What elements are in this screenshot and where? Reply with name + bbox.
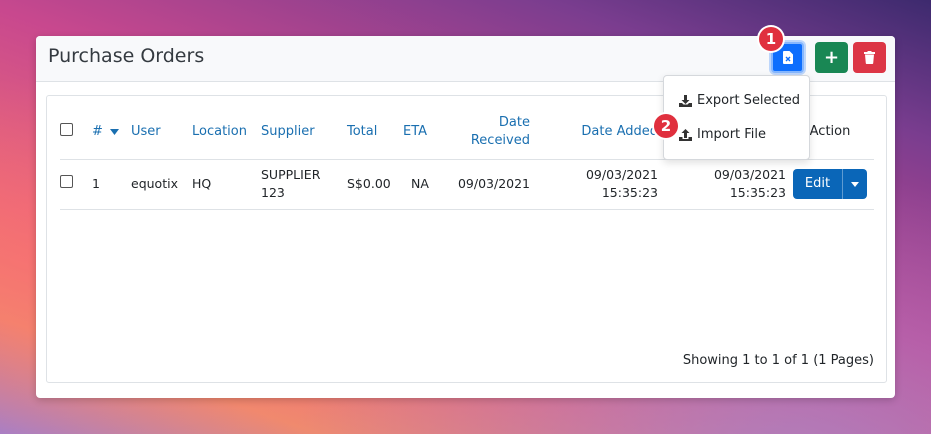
table-row: 1 equotix HQ SUPPLIER 123 S$0.00 NA 09/0… <box>60 159 874 210</box>
column-user[interactable]: User <box>131 106 192 160</box>
pagination-summary: Showing 1 to 1 of 1 (1 Pages) <box>682 353 874 368</box>
caret-down-icon <box>851 181 860 187</box>
menu-item-import-file[interactable]: Import File <box>679 127 766 142</box>
cell-user: equotix <box>131 159 192 210</box>
edit-dropdown-toggle[interactable] <box>843 169 867 199</box>
plus-icon: + <box>823 47 840 68</box>
sort-desc-icon <box>110 129 120 136</box>
cell-total: S$0.00 <box>347 159 403 210</box>
column-date-received[interactable]: Date Received <box>453 106 530 160</box>
column-eta[interactable]: ETA <box>403 106 453 160</box>
step-marker-1: 1 <box>759 27 783 51</box>
delete-button[interactable] <box>853 42 886 73</box>
file-excel-icon <box>782 51 793 64</box>
column-location[interactable]: Location <box>192 106 261 160</box>
cell-date-updated: 09/03/2021 15:35:23 <box>658 159 786 210</box>
cell-location: HQ <box>192 159 261 210</box>
upload-icon <box>679 128 692 141</box>
add-button[interactable]: + <box>815 42 848 73</box>
menu-item-export-selected[interactable]: Export Selected <box>679 93 800 108</box>
cell-eta: NA <box>403 159 453 210</box>
cell-date-received: 09/03/2021 <box>453 159 530 210</box>
trash-icon <box>864 51 875 64</box>
download-icon <box>679 94 692 107</box>
select-all-checkbox[interactable] <box>60 122 73 136</box>
column-total[interactable]: Total <box>347 106 403 160</box>
column-date-added[interactable]: Date Added <box>530 106 658 160</box>
cell-date-added: 09/03/2021 15:35:23 <box>530 159 658 210</box>
column-number[interactable]: # <box>92 106 131 160</box>
step-marker-2: 2 <box>654 114 678 138</box>
cell-number: 1 <box>92 159 131 210</box>
export-dropdown-menu: Export Selected Import File <box>663 75 810 160</box>
page-title: Purchase Orders <box>48 45 205 67</box>
column-supplier[interactable]: Supplier <box>261 106 347 160</box>
cell-supplier: SUPPLIER 123 <box>261 159 347 210</box>
edit-button[interactable]: Edit <box>793 169 844 199</box>
row-checkbox[interactable] <box>60 175 73 188</box>
edit-button-group: Edit <box>792 169 868 199</box>
